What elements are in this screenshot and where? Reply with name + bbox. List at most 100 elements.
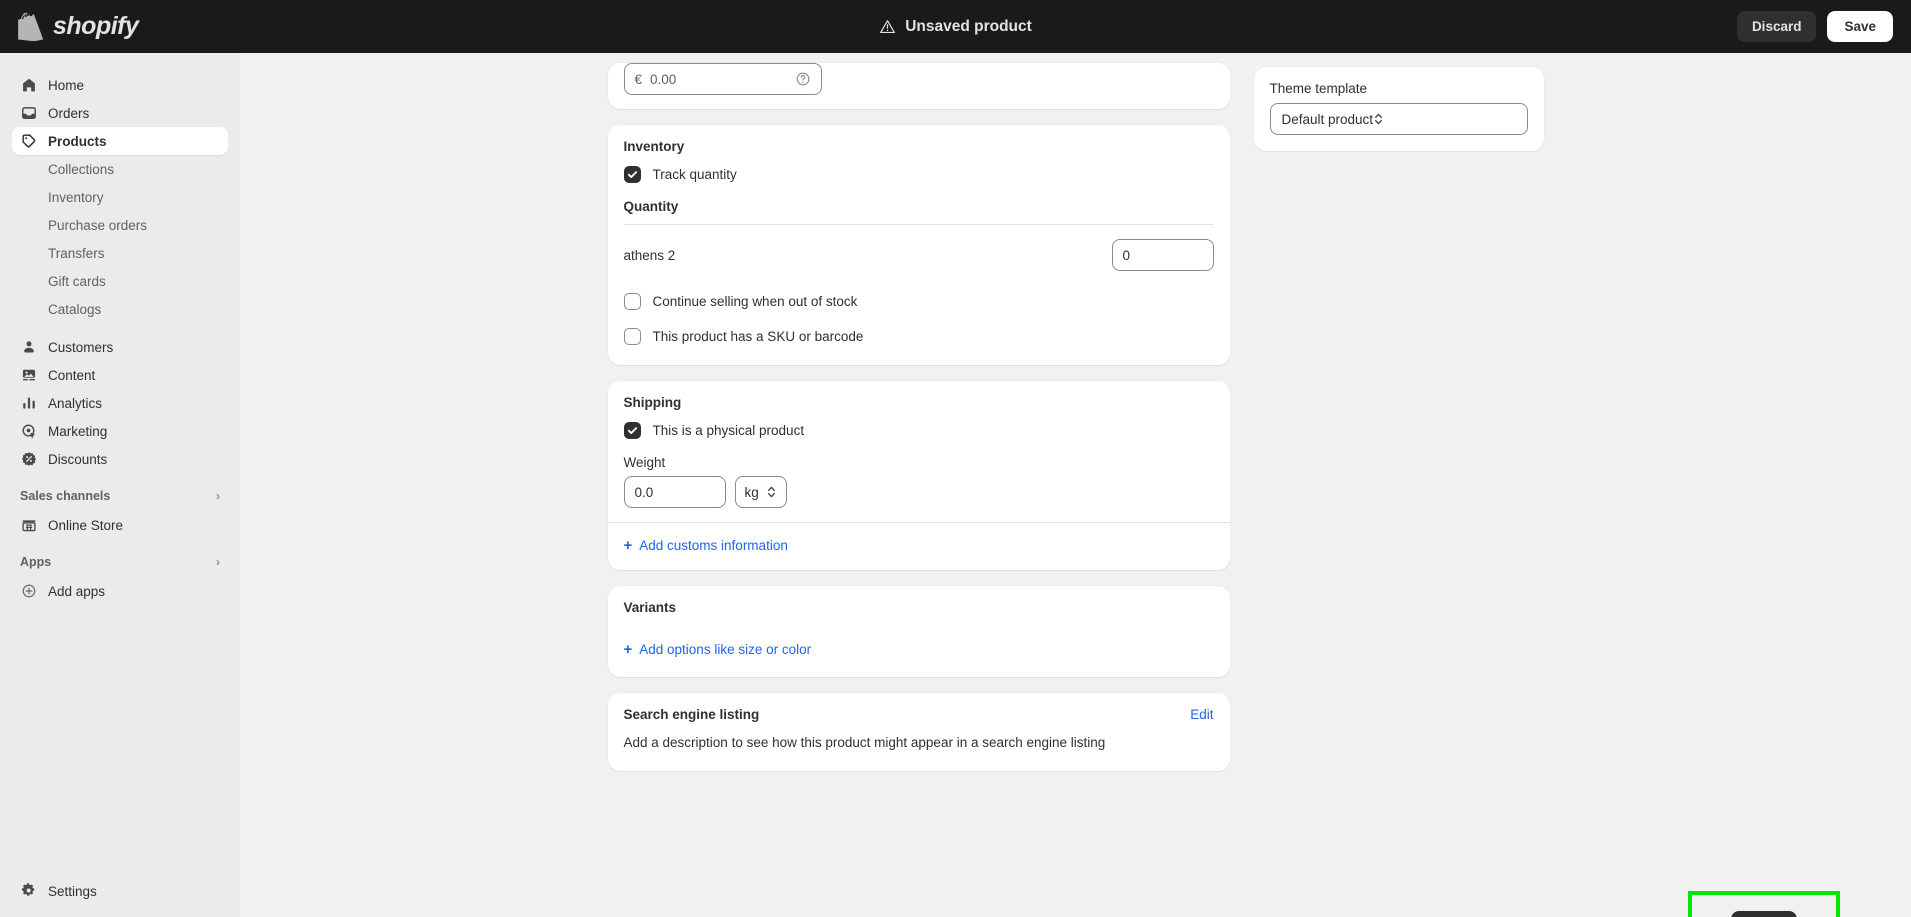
- marketing-target-icon: [20, 423, 37, 440]
- sidebar-item-label: Home: [48, 77, 85, 93]
- sidebar-item-label: Customers: [48, 339, 114, 355]
- sidebar-item-label: Settings: [48, 883, 97, 899]
- content-image-icon: [20, 367, 37, 384]
- quantity-heading: Quantity: [623, 199, 679, 214]
- save-button-highlight-box: Save: [1688, 891, 1840, 917]
- currency-symbol: €: [634, 71, 643, 87]
- sidebar-item-add-apps[interactable]: Add apps: [12, 577, 228, 605]
- shipping-title: Shipping: [623, 395, 682, 410]
- discard-button[interactable]: Discard: [1736, 11, 1817, 42]
- sidebar-item-marketing[interactable]: Marketing: [12, 417, 228, 445]
- sidebar-item-home[interactable]: Home: [12, 71, 228, 99]
- add-customs-information-label: Add customs information: [639, 538, 788, 553]
- sidebar-item-analytics[interactable]: Analytics: [12, 389, 228, 417]
- sidebar-item-label: Analytics: [48, 395, 103, 411]
- customer-person-icon: [20, 339, 37, 356]
- plus-icon: +: [623, 641, 633, 658]
- shipping-card: Shipping This is a physical product Weig…: [607, 381, 1230, 570]
- sidebar-item-products[interactable]: Products: [12, 127, 228, 155]
- theme-template-card: Theme template Default product: [1253, 67, 1544, 151]
- theme-template-value: Default product: [1281, 111, 1374, 127]
- topbar-actions: Discard Save: [1736, 11, 1911, 42]
- shopify-logo[interactable]: shopify: [0, 12, 240, 41]
- weight-unit-select[interactable]: kg: [734, 476, 787, 508]
- pricing-card: € 0.00: [607, 63, 1230, 109]
- sidebar-item-online-store[interactable]: Online Store: [12, 511, 228, 539]
- sales-channels-label: Sales channels: [20, 489, 111, 503]
- sidebar-item-discounts[interactable]: Discounts: [12, 445, 228, 473]
- sidebar-item-content[interactable]: Content: [12, 361, 228, 389]
- quantity-location-row: athens 2 0: [624, 225, 1214, 285]
- chevron-updown-icon: [1373, 112, 1384, 126]
- seo-title: Search engine listing: [623, 707, 760, 722]
- sidebar-section-sales-channels[interactable]: Sales channels ›: [12, 481, 228, 511]
- sidebar-item-collections[interactable]: Collections: [12, 155, 228, 183]
- continue-selling-row[interactable]: Continue selling when out of stock: [623, 293, 1214, 310]
- add-options-link[interactable]: + Add options like size or color: [624, 642, 812, 657]
- seo-description: Add a description to see how this produc…: [623, 735, 1106, 750]
- sidebar-item-label: Marketing: [48, 423, 108, 439]
- sidebar-item-label: Content: [48, 367, 96, 383]
- track-quantity-row[interactable]: Track quantity: [623, 166, 1214, 183]
- continue-selling-checkbox[interactable]: [623, 293, 641, 310]
- sidebar-item-label: Online Store: [48, 517, 124, 533]
- location-name: athens 2: [623, 247, 676, 263]
- orders-inbox-icon: [20, 105, 37, 122]
- analytics-bars-icon: [20, 395, 37, 412]
- discount-badge-icon: [20, 451, 37, 468]
- shopify-wordmark: shopify: [53, 12, 139, 40]
- sidebar-item-settings[interactable]: Settings: [12, 877, 228, 905]
- products-tag-icon: [20, 133, 37, 150]
- weight-input[interactable]: 0.0: [623, 476, 726, 508]
- sku-barcode-row[interactable]: This product has a SKU or barcode: [623, 328, 1214, 345]
- warning-triangle-icon: [879, 18, 896, 35]
- save-button-floating[interactable]: Save: [1731, 910, 1797, 917]
- customs-link-row: + Add customs information: [608, 523, 1230, 570]
- plus-icon: +: [623, 537, 633, 554]
- theme-template-select[interactable]: Default product: [1269, 103, 1528, 135]
- sidebar-item-label: Discounts: [48, 451, 108, 467]
- physical-product-checkbox[interactable]: [623, 422, 641, 439]
- save-button-top[interactable]: Save: [1827, 11, 1893, 42]
- weight-label: Weight: [623, 455, 666, 470]
- sidebar-item-label: Add apps: [48, 583, 106, 599]
- physical-product-row[interactable]: This is a physical product: [623, 422, 1214, 439]
- weight-row: 0.0 kg: [623, 476, 1214, 508]
- sidebar-item-customers[interactable]: Customers: [12, 333, 228, 361]
- add-customs-information-link[interactable]: + Add customs information: [624, 538, 788, 553]
- home-icon: [20, 77, 37, 94]
- question-circle-icon[interactable]: [795, 71, 811, 87]
- inventory-card: Inventory Track quantity Quantity athens…: [607, 125, 1230, 365]
- storefront-icon: [20, 517, 37, 534]
- chevron-right-icon: ›: [216, 555, 220, 569]
- theme-template-label: Theme template: [1269, 81, 1368, 96]
- price-value: 0.00: [650, 71, 677, 87]
- sidebar-item-catalogs[interactable]: Catalogs: [12, 295, 228, 323]
- add-options-label: Add options like size or color: [639, 642, 812, 657]
- physical-product-label: This is a physical product: [652, 423, 805, 438]
- unsaved-product-label: Unsaved product: [905, 17, 1032, 35]
- chevron-updown-icon: [766, 485, 777, 499]
- continue-selling-label: Continue selling when out of stock: [652, 294, 858, 309]
- sidebar-item-inventory[interactable]: Inventory: [12, 183, 228, 211]
- sidebar-item-purchase-orders[interactable]: Purchase orders: [12, 211, 228, 239]
- sidebar-item-orders[interactable]: Orders: [12, 99, 228, 127]
- primary-column: € 0.00 Inventory Track quantity Quantity…: [607, 63, 1230, 787]
- seo-header: Search engine listing Edit: [624, 707, 1214, 722]
- sidebar-item-label: Products: [48, 133, 107, 149]
- sku-barcode-checkbox[interactable]: [623, 328, 641, 345]
- inventory-title: Inventory: [623, 139, 685, 154]
- track-quantity-checkbox[interactable]: [623, 166, 641, 183]
- topbar-title-group: Unsaved product: [0, 0, 1911, 53]
- seo-edit-link[interactable]: Edit: [1190, 707, 1213, 722]
- price-input[interactable]: € 0.00: [623, 63, 822, 95]
- weight-unit-value: kg: [744, 484, 759, 500]
- quantity-input[interactable]: 0: [1111, 239, 1214, 271]
- sidebar-section-apps[interactable]: Apps ›: [12, 547, 228, 577]
- sidebar-nav: Home Orders Products Collections Invento…: [0, 53, 240, 917]
- sidebar-item-transfers[interactable]: Transfers: [12, 239, 228, 267]
- apps-label: Apps: [20, 555, 52, 569]
- variants-card: Variants + Add options like size or colo…: [607, 586, 1230, 677]
- seo-card: Search engine listing Edit Add a descrip…: [607, 693, 1230, 771]
- sidebar-item-gift-cards[interactable]: Gift cards: [12, 267, 228, 295]
